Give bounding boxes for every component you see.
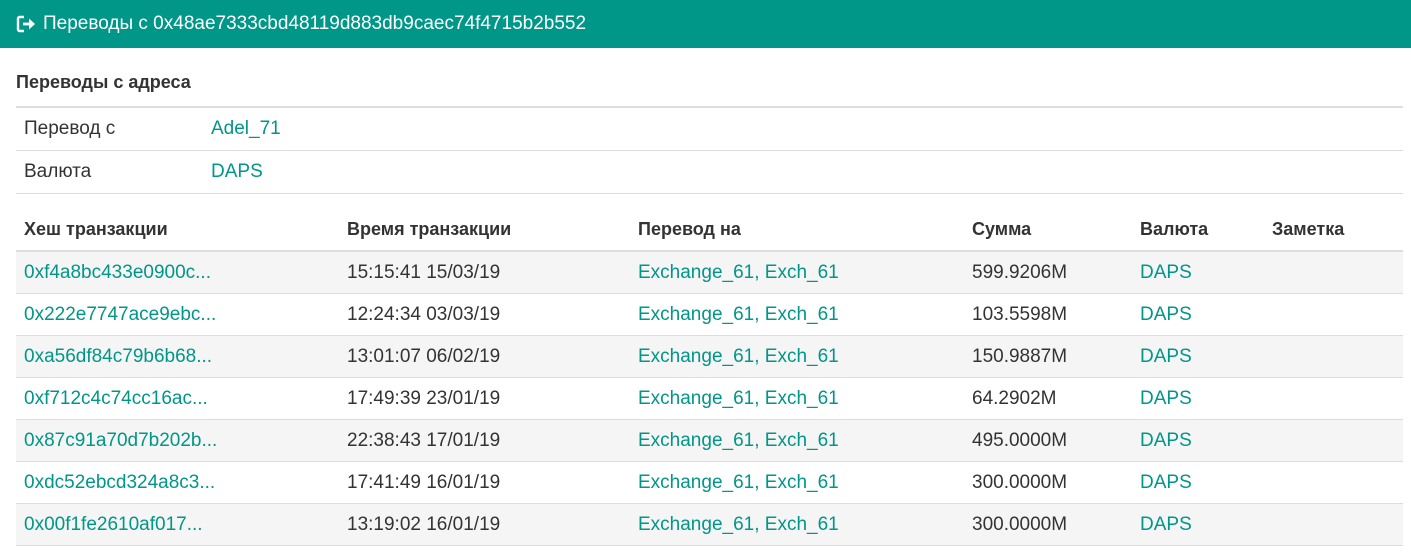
to-cell: Exchange_61, Exch_61 <box>630 377 964 420</box>
column-header-time: Время транзакции <box>339 208 630 252</box>
sign-out-icon <box>16 15 43 33</box>
info-row-from: Перевод с Adel_71 <box>16 108 1403 151</box>
time-cell: 17:41:49 16/01/19 <box>339 461 630 504</box>
currency-link[interactable]: DAPS <box>211 161 263 182</box>
currency-link[interactable]: DAPS <box>1140 304 1192 325</box>
hash-cell: 0xf4a8bc433e0900c... <box>16 251 339 294</box>
main-content: Переводы с адреса Перевод с Adel_71 Валю… <box>0 48 1411 546</box>
tx-hash-link[interactable]: 0x00f1fe2610af017... <box>24 514 203 535</box>
recipient-link[interactable]: Exchange_61, Exch_61 <box>638 472 839 493</box>
currency-cell: DAPS <box>1132 461 1264 504</box>
currency-link[interactable]: DAPS <box>1140 346 1192 367</box>
time-cell: 17:49:39 23/01/19 <box>339 377 630 420</box>
currency-link[interactable]: DAPS <box>1140 472 1192 493</box>
column-header-currency: Валюта <box>1132 208 1264 252</box>
table-header-row: Хеш транзакции Время транзакции Перевод … <box>16 208 1403 252</box>
column-header-to: Перевод на <box>630 208 964 252</box>
page-header: Переводы с 0x48ae7333cbd48119d883db9caec… <box>0 0 1411 48</box>
tx-hash-link[interactable]: 0x222e7747ace9ebc... <box>24 304 216 325</box>
currency-cell: DAPS <box>1132 419 1264 462</box>
note-cell <box>1264 335 1403 378</box>
tx-hash-link[interactable]: 0xf712c4c74cc16ac... <box>24 388 208 409</box>
amount-cell: 300.0000M <box>964 503 1132 546</box>
tx-hash-link[interactable]: 0xa56df84c79b6b68... <box>24 346 212 367</box>
hash-cell: 0xa56df84c79b6b68... <box>16 335 339 378</box>
hash-cell: 0x00f1fe2610af017... <box>16 503 339 546</box>
table-row: 0x222e7747ace9ebc... 12:24:34 03/03/19 E… <box>16 293 1403 336</box>
column-header-amount: Сумма <box>964 208 1132 252</box>
time-cell: 13:01:07 06/02/19 <box>339 335 630 378</box>
recipient-link[interactable]: Exchange_61, Exch_61 <box>638 514 839 535</box>
column-header-hash: Хеш транзакции <box>16 208 339 252</box>
to-cell: Exchange_61, Exch_61 <box>630 461 964 504</box>
note-cell <box>1264 461 1403 504</box>
table-row: 0xf4a8bc433e0900c... 15:15:41 15/03/19 E… <box>16 251 1403 294</box>
amount-cell: 103.5598M <box>964 293 1132 336</box>
to-cell: Exchange_61, Exch_61 <box>630 503 964 546</box>
currency-link[interactable]: DAPS <box>1140 388 1192 409</box>
tx-hash-link[interactable]: 0x87c91a70d7b202b... <box>24 430 217 451</box>
time-cell: 12:24:34 03/03/19 <box>339 293 630 336</box>
note-cell <box>1264 419 1403 462</box>
currency-link[interactable]: DAPS <box>1140 262 1192 283</box>
currency-link[interactable]: DAPS <box>1140 514 1192 535</box>
page-header-title: Переводы с 0x48ae7333cbd48119d883db9caec… <box>43 13 587 34</box>
note-cell <box>1264 377 1403 420</box>
table-row: 0x87c91a70d7b202b... 22:38:43 17/01/19 E… <box>16 419 1403 462</box>
time-cell: 22:38:43 17/01/19 <box>339 419 630 462</box>
currency-cell: DAPS <box>1132 503 1264 546</box>
recipient-link[interactable]: Exchange_61, Exch_61 <box>638 304 839 325</box>
tx-hash-link[interactable]: 0xdc52ebcd324a8c3... <box>24 472 215 493</box>
amount-cell: 599.9206M <box>964 251 1132 294</box>
table-row: 0xdc52ebcd324a8c3... 17:41:49 16/01/19 E… <box>16 461 1403 504</box>
time-cell: 15:15:41 15/03/19 <box>339 251 630 294</box>
table-row: 0x00f1fe2610af017... 13:19:02 16/01/19 E… <box>16 503 1403 546</box>
amount-cell: 64.2902M <box>964 377 1132 420</box>
hash-cell: 0xf712c4c74cc16ac... <box>16 377 339 420</box>
to-cell: Exchange_61, Exch_61 <box>630 419 964 462</box>
currency-label: Валюта <box>16 150 203 194</box>
table-row: 0xf712c4c74cc16ac... 17:49:39 23/01/19 E… <box>16 377 1403 420</box>
hash-cell: 0x222e7747ace9ebc... <box>16 293 339 336</box>
note-cell <box>1264 293 1403 336</box>
currency-value-cell: DAPS <box>203 150 1403 194</box>
to-cell: Exchange_61, Exch_61 <box>630 251 964 294</box>
currency-link[interactable]: DAPS <box>1140 430 1192 451</box>
currency-cell: DAPS <box>1132 377 1264 420</box>
info-row-currency: Валюта DAPS <box>16 150 1403 194</box>
amount-cell: 150.9887M <box>964 335 1132 378</box>
hash-cell: 0xdc52ebcd324a8c3... <box>16 461 339 504</box>
transfer-info-table: Перевод с Adel_71 Валюта DAPS <box>16 108 1403 194</box>
recipient-link[interactable]: Exchange_61, Exch_61 <box>638 430 839 451</box>
to-cell: Exchange_61, Exch_61 <box>630 293 964 336</box>
recipient-link[interactable]: Exchange_61, Exch_61 <box>638 346 839 367</box>
currency-cell: DAPS <box>1132 293 1264 336</box>
from-account-link[interactable]: Adel_71 <box>211 118 281 139</box>
amount-cell: 300.0000M <box>964 461 1132 504</box>
from-label: Перевод с <box>16 108 203 151</box>
section-title: Переводы с адреса <box>16 48 1403 108</box>
table-row: 0xa56df84c79b6b68... 13:01:07 06/02/19 E… <box>16 335 1403 378</box>
currency-cell: DAPS <box>1132 251 1264 294</box>
amount-cell: 495.0000M <box>964 419 1132 462</box>
note-cell <box>1264 251 1403 294</box>
from-value-cell: Adel_71 <box>203 108 1403 151</box>
recipient-link[interactable]: Exchange_61, Exch_61 <box>638 388 839 409</box>
note-cell <box>1264 503 1403 546</box>
transactions-table: Хеш транзакции Время транзакции Перевод … <box>16 208 1403 546</box>
tx-hash-link[interactable]: 0xf4a8bc433e0900c... <box>24 262 211 283</box>
currency-cell: DAPS <box>1132 335 1264 378</box>
hash-cell: 0x87c91a70d7b202b... <box>16 419 339 462</box>
column-header-note: Заметка <box>1264 208 1403 252</box>
to-cell: Exchange_61, Exch_61 <box>630 335 964 378</box>
time-cell: 13:19:02 16/01/19 <box>339 503 630 546</box>
recipient-link[interactable]: Exchange_61, Exch_61 <box>638 262 839 283</box>
